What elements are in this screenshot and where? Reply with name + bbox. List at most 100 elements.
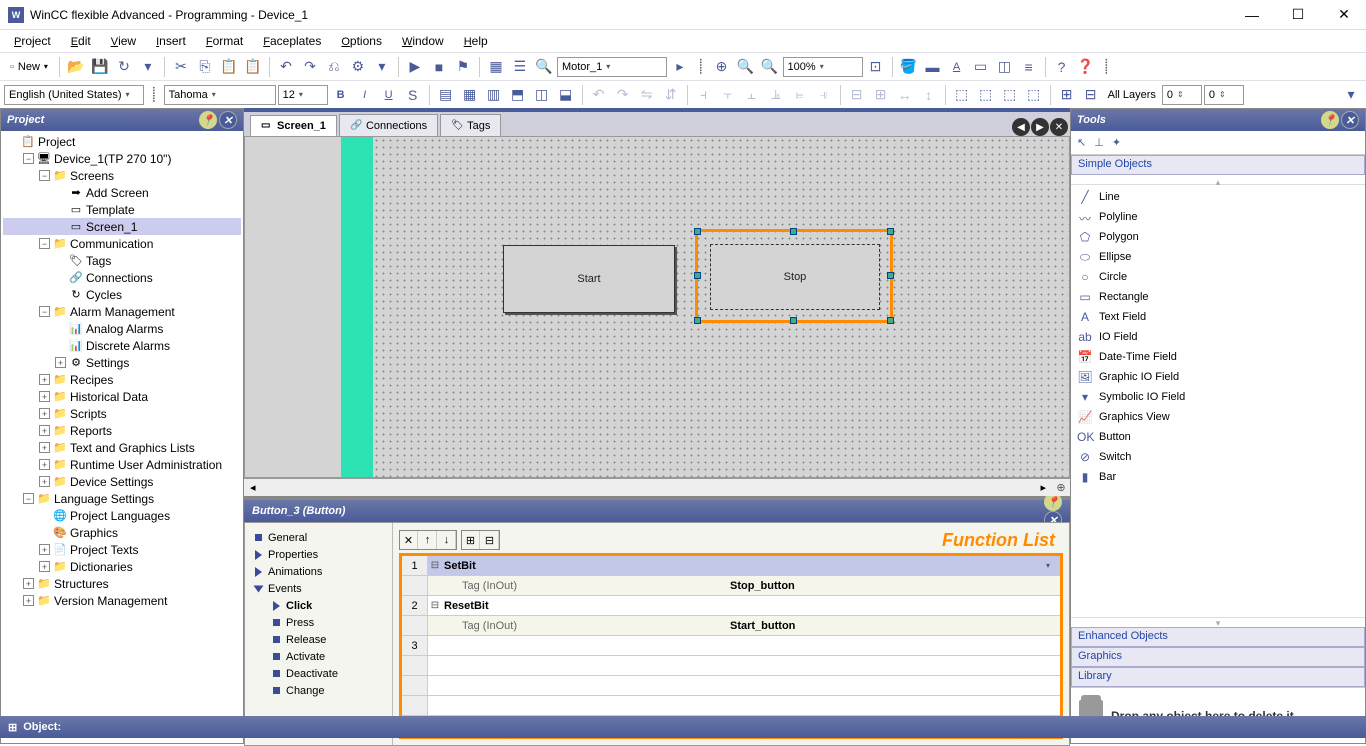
fn-expand-icon[interactable]: ⊞ xyxy=(462,531,480,549)
zoom-sel-icon[interactable]: ⊡ xyxy=(865,56,887,78)
same-h-icon[interactable]: ↕ xyxy=(918,84,940,106)
menu-view[interactable]: View xyxy=(103,32,144,50)
tab-close-icon[interactable]: ✕ xyxy=(1050,118,1068,136)
find-icon[interactable]: 🔍 xyxy=(533,56,555,78)
open-icon[interactable]: 📂 xyxy=(65,56,87,78)
tree-node[interactable]: 🎨Graphics xyxy=(3,524,241,541)
tree-node[interactable]: −📁Language Settings xyxy=(3,490,241,507)
collapse-icon[interactable]: ▾ xyxy=(1340,84,1362,106)
tool3-icon[interactable]: ✦ xyxy=(1112,136,1121,149)
align-left-icon[interactable]: ▤ xyxy=(435,84,457,106)
help-icon[interactable]: ? xyxy=(1051,56,1073,78)
menu-options[interactable]: Options xyxy=(333,32,390,50)
fn-collapse-icon[interactable]: ⊟ xyxy=(481,531,499,549)
whatsthis-icon[interactable]: ❓ xyxy=(1075,56,1097,78)
tree-node[interactable]: ▭Template xyxy=(3,201,241,218)
tool-polygon[interactable]: ⬠Polygon xyxy=(1077,227,1359,247)
same-w-icon[interactable]: ↔ xyxy=(894,84,916,106)
tool-switch[interactable]: ⊘Switch xyxy=(1077,447,1359,467)
bold-icon[interactable]: B xyxy=(330,84,352,106)
tree-node[interactable]: ▭Screen_1 xyxy=(3,218,241,235)
tool-polyline[interactable]: 〰Polyline xyxy=(1077,207,1359,227)
hmi-start-button[interactable]: Start xyxy=(503,245,675,313)
close-button[interactable]: ✕ xyxy=(1330,5,1358,25)
tree-node[interactable]: +⚙Settings xyxy=(3,354,241,371)
dist-v-icon[interactable]: ⊞ xyxy=(870,84,892,106)
obj-align3-icon[interactable]: ⫠ xyxy=(741,84,763,106)
undo-icon[interactable]: ↶ xyxy=(275,56,297,78)
forward-icon[interactable]: ⬚ xyxy=(999,84,1021,106)
tree-node[interactable]: 🔗Connections xyxy=(3,269,241,286)
pin-icon[interactable]: 📍 xyxy=(199,111,217,129)
refresh-icon[interactable]: ↻ xyxy=(113,56,135,78)
tree-node[interactable]: ➡Add Screen xyxy=(3,184,241,201)
strike-icon[interactable]: S xyxy=(402,84,424,106)
tool-b-icon[interactable]: ⚙ xyxy=(347,56,369,78)
cut-icon[interactable]: ✂ xyxy=(170,56,192,78)
menu-project[interactable]: Project xyxy=(6,32,59,50)
obj-align2-icon[interactable]: ⫟ xyxy=(717,84,739,106)
zoom-in-icon[interactable]: 🔍 xyxy=(735,56,757,78)
tool-text-field[interactable]: AText Field xyxy=(1077,307,1359,327)
panel-close-icon[interactable]: ✕ xyxy=(219,111,237,129)
coord-x[interactable]: 0⇕ xyxy=(1162,85,1202,105)
tool-graphics-view[interactable]: 📈Graphics View xyxy=(1077,407,1359,427)
tool-io-field[interactable]: abIO Field xyxy=(1077,327,1359,347)
underline-icon[interactable]: U xyxy=(378,84,400,106)
paste2-icon[interactable]: 📋 xyxy=(242,56,264,78)
tool-date-time-field[interactable]: 📅Date-Time Field xyxy=(1077,347,1359,367)
copy-icon[interactable]: ⎘ xyxy=(194,56,216,78)
run-icon[interactable]: ▶ xyxy=(404,56,426,78)
event-press[interactable]: Press xyxy=(249,614,388,631)
align-mid-icon[interactable]: ◫ xyxy=(531,84,553,106)
pin-icon[interactable]: 📍 xyxy=(1321,111,1339,129)
redo-icon[interactable]: ↷ xyxy=(299,56,321,78)
tab-prev-icon[interactable]: ◀ xyxy=(1012,118,1030,136)
tree-node[interactable]: +📁Device Settings xyxy=(3,473,241,490)
undo-dropdown-icon[interactable]: ▾ xyxy=(137,56,159,78)
grid-icon[interactable]: ▦ xyxy=(485,56,507,78)
obj-align5-icon[interactable]: ⫢ xyxy=(789,84,811,106)
obj-align4-icon[interactable]: ⫡ xyxy=(765,84,787,106)
language-dropdown[interactable]: English (United States)▾ xyxy=(4,85,144,105)
tree-node[interactable]: −📁Screens xyxy=(3,167,241,184)
save-icon[interactable]: 💾 xyxy=(89,56,111,78)
align-right-icon[interactable]: ▥ xyxy=(483,84,505,106)
menu-edit[interactable]: Edit xyxy=(63,32,99,50)
obj-align6-icon[interactable]: ⫣ xyxy=(813,84,835,106)
flip-h-icon[interactable]: ⇋ xyxy=(636,84,658,106)
function-row[interactable]: 3 xyxy=(402,636,1060,656)
maximize-button[interactable]: ☐ xyxy=(1284,5,1312,25)
paste-icon[interactable]: 📋 xyxy=(218,56,240,78)
stop-icon[interactable]: ■ xyxy=(428,56,450,78)
tree-node[interactable]: 📋Project xyxy=(3,133,241,150)
pointer-icon[interactable]: ↖ xyxy=(1077,136,1086,149)
tool-graphic-io-field[interactable]: 🖼Graphic IO Field xyxy=(1077,367,1359,387)
tree-node[interactable]: +📄Project Texts xyxy=(3,541,241,558)
event-release[interactable]: Release xyxy=(249,631,388,648)
tree-node[interactable]: +📁Version Management xyxy=(3,592,241,609)
tree-node[interactable]: ↻Cycles xyxy=(3,286,241,303)
tool-circle[interactable]: ○Circle xyxy=(1077,267,1359,287)
event-click[interactable]: Click xyxy=(249,597,388,614)
tree-node[interactable]: +📁Structures xyxy=(3,575,241,592)
tool-button[interactable]: OKButton xyxy=(1077,427,1359,447)
motor-dropdown[interactable]: Motor_1▾ xyxy=(557,57,667,77)
panel-close-icon[interactable]: ✕ xyxy=(1341,111,1359,129)
tree-node[interactable]: +📁Reports xyxy=(3,422,241,439)
zoom-dropdown[interactable]: 100%▾ xyxy=(783,57,863,77)
backward-icon[interactable]: ⬚ xyxy=(1023,84,1045,106)
tree-node[interactable]: −🖥Device_1(TP 270 10") xyxy=(3,150,241,167)
menu-help[interactable]: Help xyxy=(456,32,496,50)
menu-format[interactable]: Format xyxy=(198,32,251,50)
event-change[interactable]: Change xyxy=(249,682,388,699)
shadow-icon[interactable]: ◫ xyxy=(994,56,1016,78)
event-activate[interactable]: Activate xyxy=(249,648,388,665)
fill-icon[interactable]: 🪣 xyxy=(898,56,920,78)
function-row[interactable]: 1⊟SetBit▾ xyxy=(402,556,1060,576)
tool-category[interactable]: Library xyxy=(1071,667,1365,687)
flip-v-icon[interactable]: ⇵ xyxy=(660,84,682,106)
layers-icon[interactable]: ☰ xyxy=(509,56,531,78)
tab-screen_1[interactable]: ▭Screen_1 xyxy=(250,115,337,137)
tree-node[interactable]: 🏷Tags xyxy=(3,252,241,269)
